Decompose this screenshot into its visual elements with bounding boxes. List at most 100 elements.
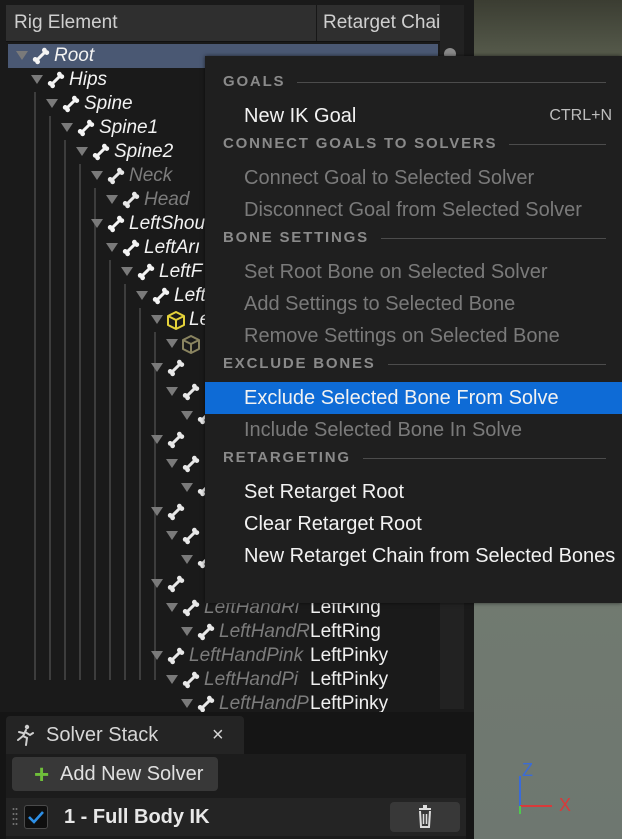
expander-arrow-icon[interactable] (91, 219, 103, 228)
bone-icon (135, 261, 157, 283)
hierarchy-header: Rig Element Retarget Chai (6, 5, 464, 42)
expander-arrow-icon[interactable] (91, 171, 103, 180)
checkmark-icon (28, 811, 44, 824)
column-header-retarget-chain[interactable]: Retarget Chai (316, 5, 451, 41)
drag-handle-icon[interactable] (12, 806, 18, 828)
bone-icon (120, 237, 142, 259)
expander-arrow-icon[interactable] (151, 507, 163, 516)
bone-icon (75, 117, 97, 139)
expander-arrow-icon[interactable] (166, 339, 178, 348)
bone-name: LeftF (159, 261, 203, 282)
menu-item[interactable]: Add Settings to Selected Bone (205, 288, 622, 320)
menu-item[interactable]: Disconnect Goal from Selected Solver (205, 194, 622, 226)
expander-arrow-icon[interactable] (181, 411, 193, 420)
expander-arrow-icon[interactable] (166, 675, 178, 684)
expander-arrow-icon[interactable] (166, 387, 178, 396)
expander-arrow-icon[interactable] (181, 483, 193, 492)
expander-arrow-icon[interactable] (166, 603, 178, 612)
expander-arrow-icon[interactable] (16, 51, 28, 60)
solver-stack-tab[interactable]: Solver Stack × (6, 716, 244, 754)
bone-icon (195, 693, 217, 712)
menu-item-label: Set Retarget Root (244, 481, 405, 503)
expander-arrow-icon[interactable] (76, 147, 88, 156)
menu-item[interactable]: Set Root Bone on Selected Solver (205, 256, 622, 288)
bone-icon (165, 645, 187, 667)
solver-row[interactable]: 1 - Full Body IK (6, 798, 466, 836)
menu-item-label: Connect Goal to Selected Solver (244, 167, 535, 189)
solver-enabled-checkbox[interactable] (24, 805, 48, 829)
bone-icon (195, 621, 217, 643)
retarget-chain-name: LeftPinky (310, 693, 389, 712)
expander-arrow-icon[interactable] (106, 243, 118, 252)
expander-arrow-icon[interactable] (151, 579, 163, 588)
bone-name: Neck (129, 165, 173, 186)
axis-z-label: Z (522, 760, 533, 780)
solver-stack-panel: Solver Stack × + Add New Solver 1 - Full… (0, 712, 474, 839)
bone-icon (180, 525, 202, 547)
delete-solver-button[interactable] (390, 802, 460, 832)
expander-arrow-icon[interactable] (151, 315, 163, 324)
expander-arrow-icon[interactable] (121, 267, 133, 276)
plus-icon: + (34, 759, 50, 789)
menu-item-shortcut: CTRL+N (549, 107, 612, 124)
expander-arrow-icon[interactable] (181, 699, 193, 708)
bone-icon (150, 285, 172, 307)
bone-name: Left (174, 285, 206, 306)
bone-name: LeftHandR (219, 621, 310, 642)
add-new-solver-button[interactable]: + Add New Solver (12, 757, 218, 791)
bone-icon (180, 453, 202, 475)
expander-arrow-icon[interactable] (166, 459, 178, 468)
bone-icon (105, 165, 127, 187)
bone-icon (165, 357, 187, 379)
menu-item[interactable]: Include Selected Bone In Solve (205, 414, 622, 446)
expander-arrow-icon[interactable] (151, 435, 163, 444)
menu-section-header: RETARGETING (223, 449, 351, 466)
menu-item[interactable]: New Retarget Chain from Selected Bones (205, 540, 622, 572)
menu-section-header: CONNECT GOALS TO SOLVERS (223, 135, 498, 152)
column-header-rig-element[interactable]: Rig Element (14, 5, 308, 41)
trash-icon (419, 805, 431, 828)
menu-item[interactable]: New IK Goal CTRL+N (205, 100, 622, 132)
expander-arrow-icon[interactable] (181, 627, 193, 636)
solver-stack-title: Solver Stack (46, 724, 159, 746)
expander-arrow-icon[interactable] (31, 75, 43, 84)
menu-item[interactable]: Connect Goal to Selected Solver (205, 162, 622, 194)
menu-item[interactable]: Exclude Selected Bone From Solve (205, 382, 622, 414)
tree-row[interactable]: LeftHandP LeftPinky (8, 692, 438, 712)
goal-cube-icon (165, 309, 187, 331)
menu-item-label: New Retarget Chain from Selected Bones (244, 545, 616, 567)
expander-arrow-icon[interactable] (151, 363, 163, 372)
expander-arrow-icon[interactable] (151, 651, 163, 660)
bone-icon (120, 189, 142, 211)
bone-icon (45, 69, 67, 91)
expander-arrow-icon[interactable] (181, 555, 193, 564)
menu-item[interactable]: Clear Retarget Root (205, 508, 622, 540)
axis-x-label: X (559, 795, 571, 815)
bone-icon (180, 597, 202, 619)
tree-row[interactable]: LeftHandR LeftRing (8, 620, 438, 644)
menu-item[interactable]: Set Retarget Root (205, 476, 622, 508)
bone-name: LeftArı (144, 237, 200, 258)
running-figure-icon (17, 724, 34, 746)
tree-row[interactable]: LeftHandPink LeftPinky (8, 644, 438, 668)
close-icon[interactable]: × (212, 716, 224, 754)
menu-separator (509, 144, 606, 145)
menu-section-header: EXCLUDE BONES (223, 355, 376, 372)
expander-arrow-icon[interactable] (136, 291, 148, 300)
bone-icon (30, 45, 52, 67)
menu-item-label: Remove Settings on Selected Bone (244, 325, 560, 347)
retarget-chain-name: LeftPinky (310, 645, 389, 666)
bone-name: Root (54, 45, 95, 66)
tree-row[interactable]: LeftHandPi LeftPinky (8, 668, 438, 692)
menu-section-header: GOALS (223, 73, 286, 90)
add-new-solver-label: Add New Solver (60, 763, 204, 785)
expander-arrow-icon[interactable] (46, 99, 58, 108)
expander-arrow-icon[interactable] (106, 195, 118, 204)
menu-item-label: New IK Goal (244, 105, 357, 127)
menu-separator (381, 238, 606, 239)
solver-stack-body: + Add New Solver 1 - Full Body IK (6, 754, 466, 839)
menu-item[interactable]: Remove Settings on Selected Bone (205, 320, 622, 352)
expander-arrow-icon[interactable] (166, 531, 178, 540)
bone-name: Spine (84, 93, 133, 114)
expander-arrow-icon[interactable] (61, 123, 73, 132)
